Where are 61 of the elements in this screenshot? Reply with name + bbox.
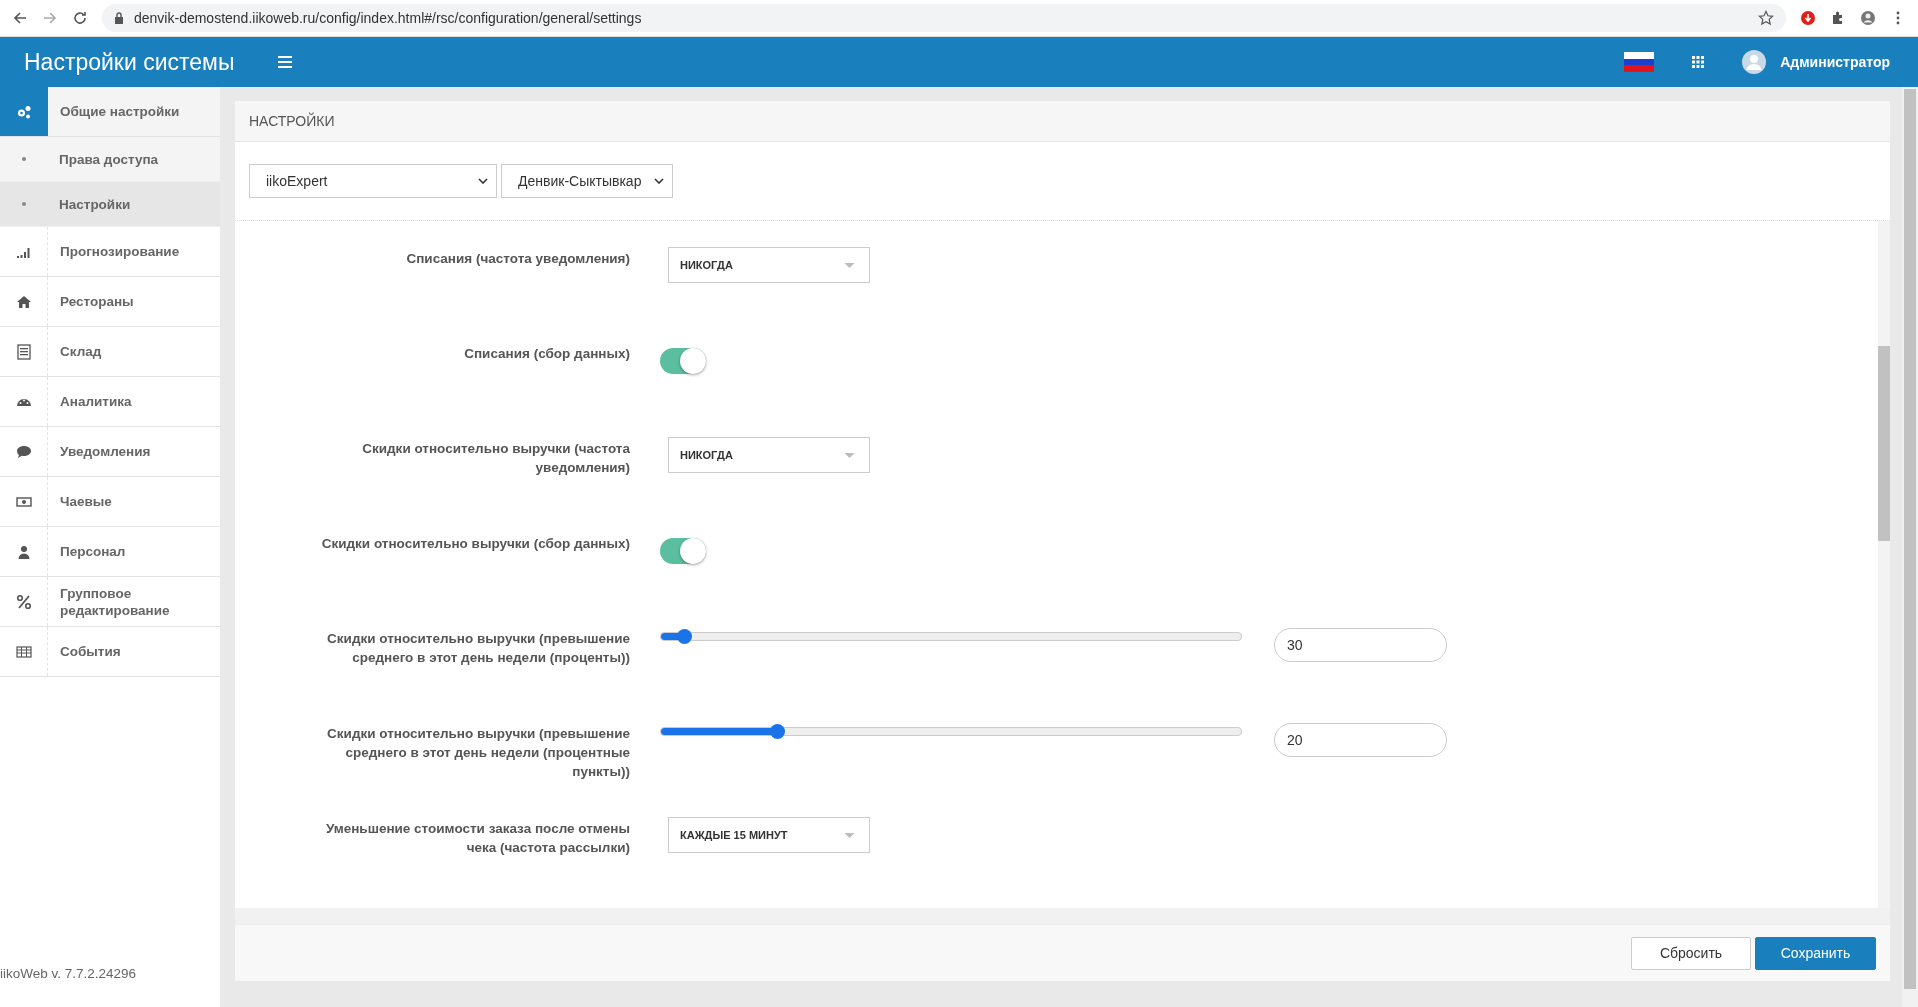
list-icon [15, 343, 32, 360]
table-icon [15, 643, 32, 660]
sidebar-item[interactable]: Уведомления [0, 427, 220, 477]
toggle-switch[interactable] [660, 538, 706, 564]
filter-dropdown[interactable]: iikoExpert [249, 164, 497, 198]
slider-thumb[interactable] [770, 723, 785, 739]
forward-icon[interactable] [42, 10, 58, 26]
chat-icon [15, 443, 32, 460]
sidebar-item[interactable]: Аналитика [0, 377, 220, 427]
chevron-icon [478, 178, 488, 184]
setting-label: Скидки относительно выручки (превышение среднего в этот день недели (процентные пункты)) [326, 725, 630, 781]
address-bar[interactable]: denvik-demostend.iikoweb.ru/config/index.html#/rsc/configuration/general/settings [102, 4, 1786, 32]
toggle-switch[interactable] [660, 348, 706, 374]
panel-title: НАСТРОЙКИ [249, 113, 335, 129]
setting-label: Скидки относительно выручки (превышение среднего в этот день недели (проценты)) [326, 630, 630, 667]
setting-label: Скидки относительно выручки (частота уведомления) [361, 440, 630, 477]
setting-label: Списания (сбор данных) [463, 345, 630, 363]
setting-label: Скидки относительно выручки (сбор данных) [320, 535, 630, 553]
sidebar-item[interactable]: События [0, 627, 220, 677]
reset-button[interactable]: Сбросить [1631, 936, 1751, 970]
home-icon [15, 293, 32, 310]
page-scrollbar[interactable] [1902, 87, 1918, 1007]
sidebar-item[interactable]: Чаевые [0, 477, 220, 527]
caret-icon [844, 262, 855, 268]
chevron-icon [654, 178, 664, 184]
version-text: iikoWeb v. 7.7.2.24296 [0, 966, 138, 983]
gears-icon [15, 103, 32, 120]
back-icon[interactable] [12, 10, 28, 26]
sidebar-item[interactable]: Прогнозирование [0, 227, 220, 277]
menu-icon[interactable] [278, 56, 293, 68]
apps-grid-icon[interactable] [1692, 56, 1705, 68]
lock-icon [114, 12, 124, 24]
caret-icon [844, 452, 855, 458]
dropdown[interactable]: КАЖДЫЕ 15 МИНУТ [668, 817, 870, 853]
slider-track[interactable] [660, 726, 1242, 736]
setting-label: Списания (частота уведомления) [405, 250, 630, 268]
sidebar-subitem[interactable]: Права доступа [0, 137, 220, 182]
sidebar-item[interactable]: Персонал [0, 527, 220, 577]
setting-label: Уменьшение стоимости заказа после отмены чека (частота рассылки) [324, 820, 630, 857]
filter-dropdown[interactable]: Денвик-Сыктывкар [501, 164, 673, 198]
reload-icon[interactable] [72, 10, 88, 26]
user-name[interactable]: Администратор [1780, 54, 1890, 70]
caret-icon [844, 832, 855, 838]
sidebar-item[interactable]: Рестораны [0, 277, 220, 327]
sidebar-item[interactable]: Общие настройки [0, 87, 220, 137]
save-button[interactable]: Сохранить [1755, 936, 1876, 970]
dropdown[interactable]: НИКОГДА [668, 437, 870, 473]
dropdown[interactable]: НИКОГДА [668, 247, 870, 283]
avatar-icon[interactable] [1742, 50, 1767, 74]
vertical-scrollbar[interactable] [1878, 221, 1890, 908]
star-icon[interactable] [1758, 10, 1774, 26]
percent-icon [15, 593, 32, 610]
url-text: denvik-demostend.iikoweb.ru/config/index.html#/rsc/configuration/general/settings [134, 10, 643, 26]
sidebar-subitem[interactable]: Настройки [0, 182, 220, 227]
profile-icon[interactable] [1860, 10, 1876, 26]
slider-thumb[interactable] [677, 628, 693, 644]
sidebar-item[interactable]: Склад [0, 327, 220, 377]
app-title: Настройки системы [24, 48, 235, 76]
flag-icon[interactable] [1624, 52, 1655, 72]
slider-track[interactable] [660, 631, 1242, 641]
sidebar-item[interactable]: Групповое редактирование [0, 577, 220, 627]
